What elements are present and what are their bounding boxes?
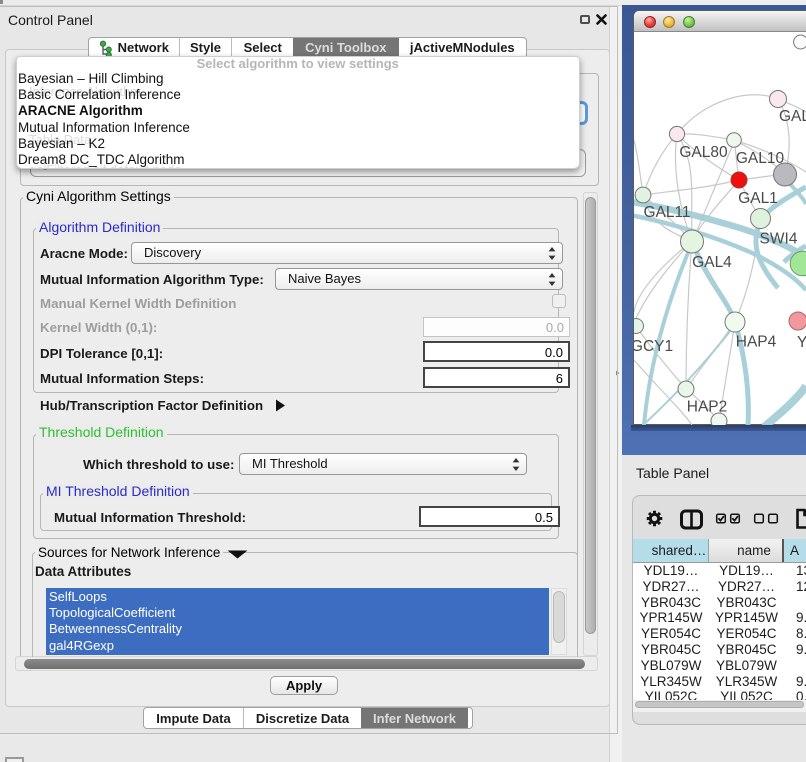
svg-text:GAL7: GAL7 xyxy=(779,108,806,125)
svg-text:GAL11: GAL11 xyxy=(643,204,690,221)
svg-text:SWI4: SWI4 xyxy=(760,231,798,248)
svg-text:HAP4: HAP4 xyxy=(736,334,777,351)
svg-text:Y: Y xyxy=(797,334,806,351)
svg-text:GAL80: GAL80 xyxy=(679,144,728,161)
svg-text:GAL10: GAL10 xyxy=(736,150,785,167)
svg-text:GCY1: GCY1 xyxy=(634,338,673,355)
svg-text:GAL4: GAL4 xyxy=(692,254,732,271)
svg-text:HAP2: HAP2 xyxy=(687,399,728,416)
svg-text:GAL1: GAL1 xyxy=(738,190,778,207)
